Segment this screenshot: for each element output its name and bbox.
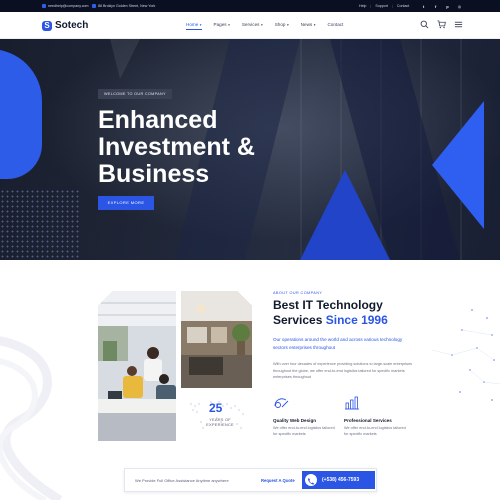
- feature-description: We offer end-to-end logistics tailored f…: [344, 426, 406, 436]
- experience-stat: 25 YEARS OF EXPERIENCE: [181, 392, 252, 441]
- cart-icon[interactable]: [437, 20, 446, 29]
- web-design-icon: [274, 398, 289, 408]
- topbar-link-help[interactable]: Help: [355, 4, 370, 8]
- nav-label: Shop: [274, 22, 286, 27]
- chevron-down-icon: ▾: [228, 22, 230, 27]
- hero-title-line: Investment &: [98, 133, 255, 161]
- nav-item-services[interactable]: Services ▾: [242, 22, 263, 27]
- nav-item-contact[interactable]: Contact: [327, 22, 343, 27]
- about-heading: Best IT Technology Services Since 1996: [273, 298, 423, 327]
- hero-banner: WELCOME TO OUR COMPANY Enhanced Investme…: [0, 39, 500, 260]
- nav-item-shop[interactable]: Shop ▾: [275, 22, 289, 27]
- about-tagline: ABOUT OUR COMPANY: [273, 291, 323, 295]
- nav-item-news[interactable]: News ▾: [301, 22, 316, 27]
- hero-light-shape: [110, 39, 140, 79]
- office-team-illustration: [98, 291, 176, 441]
- request-quote-link[interactable]: Request A Quote: [261, 478, 295, 483]
- location-pin-icon: [92, 3, 96, 8]
- main-nav: Home ▾ Pages ▾ Services ▾ Shop ▾ News ▾ Conta…: [186, 22, 355, 30]
- nav-item-home[interactable]: Home ▾: [186, 22, 202, 30]
- nav-item-pages[interactable]: Pages ▾: [214, 22, 230, 27]
- explore-more-button[interactable]: EXPLORE MORE: [98, 196, 154, 210]
- contact-bar-text: We Provide Full Office Assistance Anytim…: [135, 478, 229, 483]
- feature-title: Professional Services: [344, 418, 392, 423]
- office-interior-illustration: [181, 291, 252, 388]
- chevron-down-icon: ▾: [286, 22, 289, 27]
- search-icon[interactable]: [420, 20, 429, 29]
- logo[interactable]: S Sotech: [42, 20, 88, 31]
- feature-professional-services: Professional Services We offer end-to-en…: [344, 396, 406, 437]
- contact-bar: We Provide Full Office Assistance Anytim…: [124, 468, 377, 492]
- decorative-swirl: [0, 336, 63, 500]
- feature-web-design: Quality Web Design We offer end-to-end l…: [273, 396, 335, 437]
- about-body-text: With over four decades of experience pro…: [273, 362, 413, 379]
- facebook-icon[interactable]: f: [432, 3, 439, 10]
- mail-icon: [42, 3, 46, 8]
- topbar-address: 88 Broklyn Golden Street, New York: [92, 3, 156, 8]
- nav-label: News: [300, 22, 313, 27]
- chevron-down-icon: ▾: [199, 22, 202, 27]
- phone-icon: [305, 474, 317, 486]
- phone-button[interactable]: (+538) 456-7593: [302, 471, 375, 489]
- stat-label: YEARS OF EXPERIENCE: [206, 417, 234, 427]
- chevron-down-icon: ▾: [313, 22, 316, 27]
- hero-title: Enhanced Investment & Business: [98, 107, 358, 188]
- decorative-network-dots: [432, 309, 500, 401]
- nav-label: Pages: [213, 22, 227, 27]
- topbar-address-text: 88 Broklyn Golden Street, New York: [98, 3, 156, 8]
- topbar-email-text[interactable]: needhelp@company.com: [48, 4, 89, 8]
- chevron-down-icon: ▾: [260, 22, 263, 27]
- services-chart-icon: [345, 396, 359, 410]
- about-lead-text: Our operations around the world and acro…: [273, 337, 403, 350]
- about-heading-highlight: Since 1996: [325, 312, 388, 327]
- feature-description: We offer end-to-end logistics tailored f…: [273, 426, 335, 436]
- nav-label: Contact: [327, 22, 344, 27]
- stat-number: 25: [209, 401, 223, 415]
- hero-title-line: Enhanced: [98, 106, 218, 134]
- menu-icon[interactable]: [454, 20, 463, 29]
- topbar-links: Help | Support | Contact: [355, 4, 413, 8]
- instagram-icon[interactable]: ◎: [456, 3, 463, 10]
- main-header: S Sotech Home ▾ Pages ▾ Services ▾ Shop ▾ Ne…: [0, 12, 500, 39]
- nav-label: Services: [241, 22, 260, 27]
- hero-eyebrow: WELCOME TO OUR COMPANY: [98, 89, 172, 99]
- office-team-photo: [98, 291, 176, 441]
- logo-mark: S: [42, 20, 52, 31]
- office-interior-photo: [181, 291, 252, 388]
- pinterest-icon[interactable]: p: [444, 3, 451, 10]
- topbar-link-support[interactable]: Support: [371, 4, 392, 8]
- top-info-bar: needhelp@company.com 88 Broklyn Golden S…: [0, 0, 500, 12]
- twitter-icon[interactable]: t: [420, 3, 427, 10]
- phone-number: (+538) 456-7593: [322, 477, 360, 483]
- feature-title: Quality Web Design: [273, 418, 317, 423]
- hero-dot-pattern: [0, 189, 80, 260]
- topbar-email[interactable]: needhelp@company.com: [42, 3, 89, 8]
- nav-label: Home: [186, 22, 199, 27]
- header-actions: [420, 20, 463, 29]
- hero-title-line: Business: [98, 160, 210, 188]
- logo-text: Sotech: [55, 20, 89, 31]
- topbar-link-contact[interactable]: Contact: [393, 4, 413, 8]
